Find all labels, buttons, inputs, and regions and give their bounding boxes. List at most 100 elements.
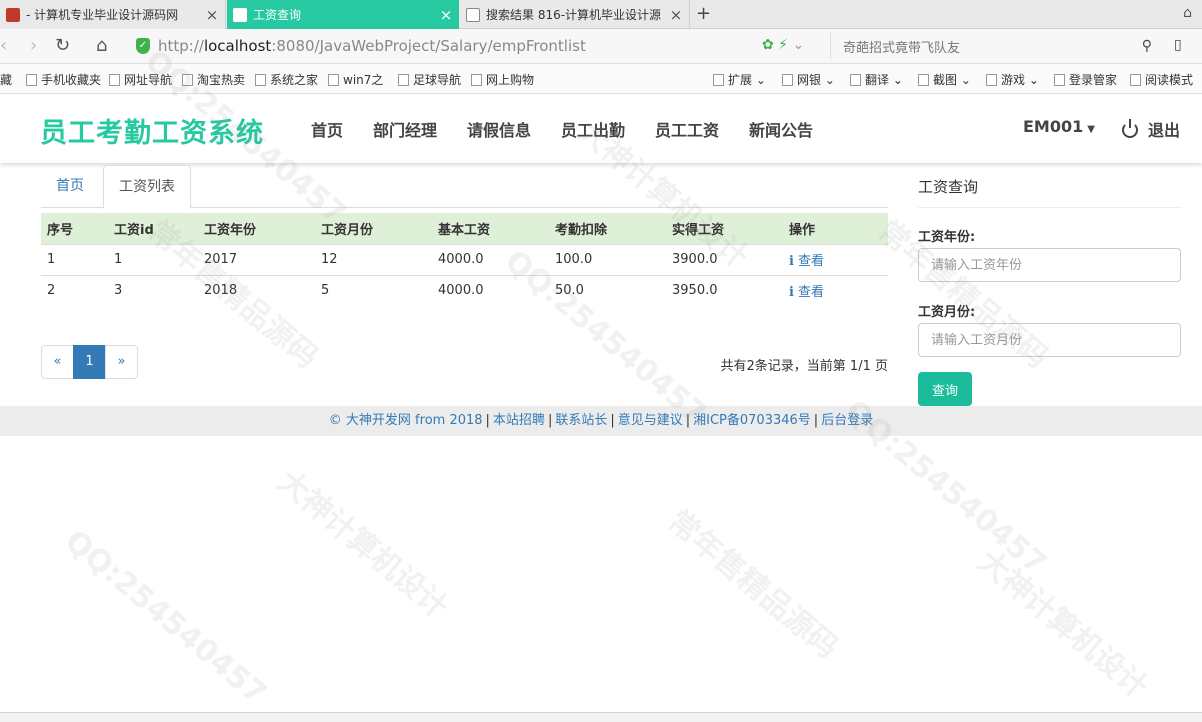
logout-label: 退出 [1148, 121, 1181, 140]
translate-menu[interactable]: 翻译 ⌄ [850, 71, 903, 88]
translate-icon [850, 74, 861, 86]
cell-seq: 1 [41, 243, 108, 275]
salary-month-input[interactable] [918, 323, 1181, 357]
browser-tab-1[interactable]: - 计算机专业毕业设计源码网 × [0, 0, 226, 29]
page-icon [466, 7, 480, 22]
reload-icon[interactable]: ↻ [55, 35, 70, 56]
pagination: « 1 » [41, 345, 138, 379]
tab-home[interactable]: 首页 [41, 165, 99, 208]
url-path: :8080/JavaWebProject/Salary/empFrontlist [271, 37, 586, 55]
bookmark-icon [26, 74, 37, 86]
nav-item-manager[interactable]: 部门经理 [373, 117, 437, 141]
salary-year-input[interactable] [918, 248, 1181, 282]
book-icon [1130, 74, 1141, 86]
table-row: 1 1 2017 12 4000.0 100.0 3900.0 i 查看 [41, 243, 888, 275]
watermark: 常年售精品源码 [661, 503, 845, 666]
logout-button[interactable]: 退出 [1122, 117, 1180, 141]
column-header: 基本工资 [432, 213, 549, 244]
power-icon [1122, 119, 1138, 138]
lightning-icon: ⚡ [778, 37, 789, 53]
page-next-button[interactable]: » [105, 345, 138, 379]
user-menu[interactable]: EM001 ▼ [1023, 117, 1095, 136]
bank-menu[interactable]: 网银 ⌄ [782, 71, 835, 88]
column-header: 考勤扣除 [549, 213, 666, 244]
bank-icon [782, 74, 793, 86]
forward-icon[interactable]: › [30, 35, 37, 56]
shirt-icon[interactable]: ⌂ [1183, 5, 1192, 21]
footer-jobs-link[interactable]: 本站招聘 [493, 413, 545, 428]
cell-action: i 查看 [783, 274, 888, 306]
bookmark-item[interactable]: 系统之家 [255, 71, 318, 88]
nav-item-home[interactable]: 首页 [311, 117, 343, 141]
browser-tab-bar: - 计算机专业毕业设计源码网 × 工资查询 × 搜索结果 816-计算机毕业设计… [0, 0, 1202, 29]
close-icon[interactable]: × [205, 6, 219, 24]
search-panel-title: 工资查询 [918, 176, 1182, 208]
gear-icon: ✿ [762, 37, 774, 53]
site-brand[interactable]: 员工考勤工资系统 [40, 111, 264, 150]
cell-month: 12 [315, 243, 432, 275]
cell-net: 3900.0 [666, 243, 783, 275]
browser-tab-2-active[interactable]: 工资查询 × [227, 0, 459, 29]
browser-search-field[interactable]: 奇葩招式竟带飞队友 ⚲ [830, 33, 1160, 59]
search-placeholder: 奇葩招式竟带飞队友 [843, 40, 961, 56]
footer-contact-link[interactable]: 联系站长 [555, 413, 607, 428]
cell-seq: 2 [41, 274, 108, 306]
column-header: 工资月份 [315, 213, 432, 244]
extension-icons[interactable]: ✿ ⚡ ⌄ [762, 37, 804, 53]
bookmark-item[interactable]: 网址导航 [109, 71, 172, 88]
cell-action: i 查看 [783, 243, 888, 275]
phone-icon[interactable]: ▯ [1174, 37, 1182, 53]
reading-mode[interactable]: 阅读模式 [1130, 71, 1193, 88]
bookmark-icon [109, 74, 120, 86]
footer-copyright-link[interactable]: © 大神开发网 from 2018 [329, 413, 483, 428]
nav-item-leave[interactable]: 请假信息 [467, 117, 531, 141]
url-field[interactable]: ✓ http://localhost:8080/JavaWebProject/S… [136, 33, 806, 59]
footer-admin-login-link[interactable]: 后台登录 [821, 413, 873, 428]
bookmark-item[interactable]: 手机收藏夹 [26, 71, 101, 88]
nav-item-news[interactable]: 新闻公告 [749, 117, 813, 141]
bookmark-icon [471, 74, 482, 86]
footer-feedback-link[interactable]: 意见与建议 [618, 413, 683, 428]
bookmark-icon [328, 74, 339, 86]
bookmarks-bar: 藏 手机收藏夹 网址导航 淘宝热卖 系统之家 win7之 足球导航 网上购物 扩… [0, 64, 1202, 94]
tab-title: 搜索结果 816-计算机毕业设计源 [486, 8, 662, 22]
bookmark-item[interactable]: 足球导航 [398, 71, 461, 88]
page-prev-button[interactable]: « [41, 345, 74, 379]
table-row: 2 3 2018 5 4000.0 50.0 3950.0 i 查看 [41, 274, 888, 306]
grid-icon [713, 74, 724, 86]
page-1-button[interactable]: 1 [73, 345, 106, 379]
extensions-menu[interactable]: 扩展 ⌄ [713, 71, 766, 88]
tab-salary-list[interactable]: 工资列表 [103, 165, 191, 209]
info-icon: i [789, 254, 794, 269]
nav-item-attendance[interactable]: 员工出勤 [561, 117, 625, 141]
close-icon[interactable]: × [669, 6, 683, 24]
home-icon[interactable]: ⌂ [96, 35, 107, 56]
browser-tab-3[interactable]: 搜索结果 816-计算机毕业设计源 × [460, 0, 690, 29]
bookmark-item[interactable]: win7之 [328, 71, 383, 88]
screenshot-menu[interactable]: 截图 ⌄ [918, 71, 971, 88]
new-tab-button[interactable]: + [696, 3, 711, 24]
login-manager[interactable]: 登录管家 [1054, 71, 1117, 88]
view-link[interactable]: i 查看 [789, 254, 824, 269]
view-link[interactable]: i 查看 [789, 285, 824, 300]
back-icon[interactable]: ‹ [0, 35, 7, 56]
bookmark-item[interactable]: 网上购物 [471, 71, 534, 88]
tab-title: - 计算机专业毕业设计源码网 [26, 8, 179, 22]
bookmark-item[interactable]: 淘宝热卖 [182, 71, 245, 88]
watermark: 大神计算机设计 [971, 543, 1155, 706]
search-icon[interactable]: ⚲ [1142, 38, 1152, 54]
chevron-down-icon: ⌄ [792, 37, 805, 53]
nav-item-salary[interactable]: 员工工资 [655, 117, 719, 141]
username: EM001 [1023, 117, 1084, 136]
site-navbar: 员工考勤工资系统 首页 部门经理 请假信息 员工出勤 员工工资 新闻公告 EM0… [0, 95, 1202, 163]
gamepad-icon [986, 74, 997, 86]
cell-base: 4000.0 [432, 274, 549, 306]
cell-year: 2017 [198, 243, 315, 275]
close-icon[interactable]: × [439, 6, 453, 24]
games-menu[interactable]: 游戏 ⌄ [986, 71, 1039, 88]
bookmark-icon [255, 74, 266, 86]
cell-month: 5 [315, 274, 432, 306]
footer-icp-link[interactable]: 湘ICP备0703346号 [693, 413, 811, 428]
query-button[interactable]: 查询 [918, 372, 972, 406]
caret-down-icon: ▼ [1087, 124, 1095, 135]
